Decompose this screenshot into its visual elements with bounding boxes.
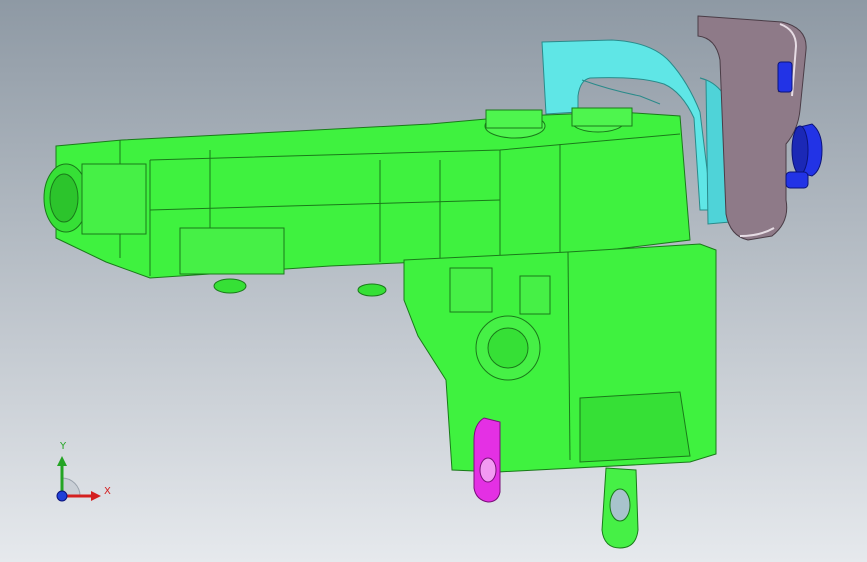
- graphics-viewport[interactable]: Y X: [0, 0, 867, 562]
- main-housing[interactable]: [43, 107, 717, 549]
- x-axis-arrow-icon: [91, 491, 101, 501]
- y-axis-label: Y: [60, 441, 67, 452]
- coordinate-triad: Y X: [44, 436, 124, 516]
- triad-graphic: [56, 456, 101, 502]
- x-axis-label: X: [104, 486, 111, 497]
- y-axis-arrow-icon: [57, 456, 67, 466]
- z-axis-dot-icon: [56, 490, 68, 502]
- hinge-pivot[interactable]: [473, 417, 501, 503]
- 3d-model-assembly[interactable]: [0, 0, 867, 562]
